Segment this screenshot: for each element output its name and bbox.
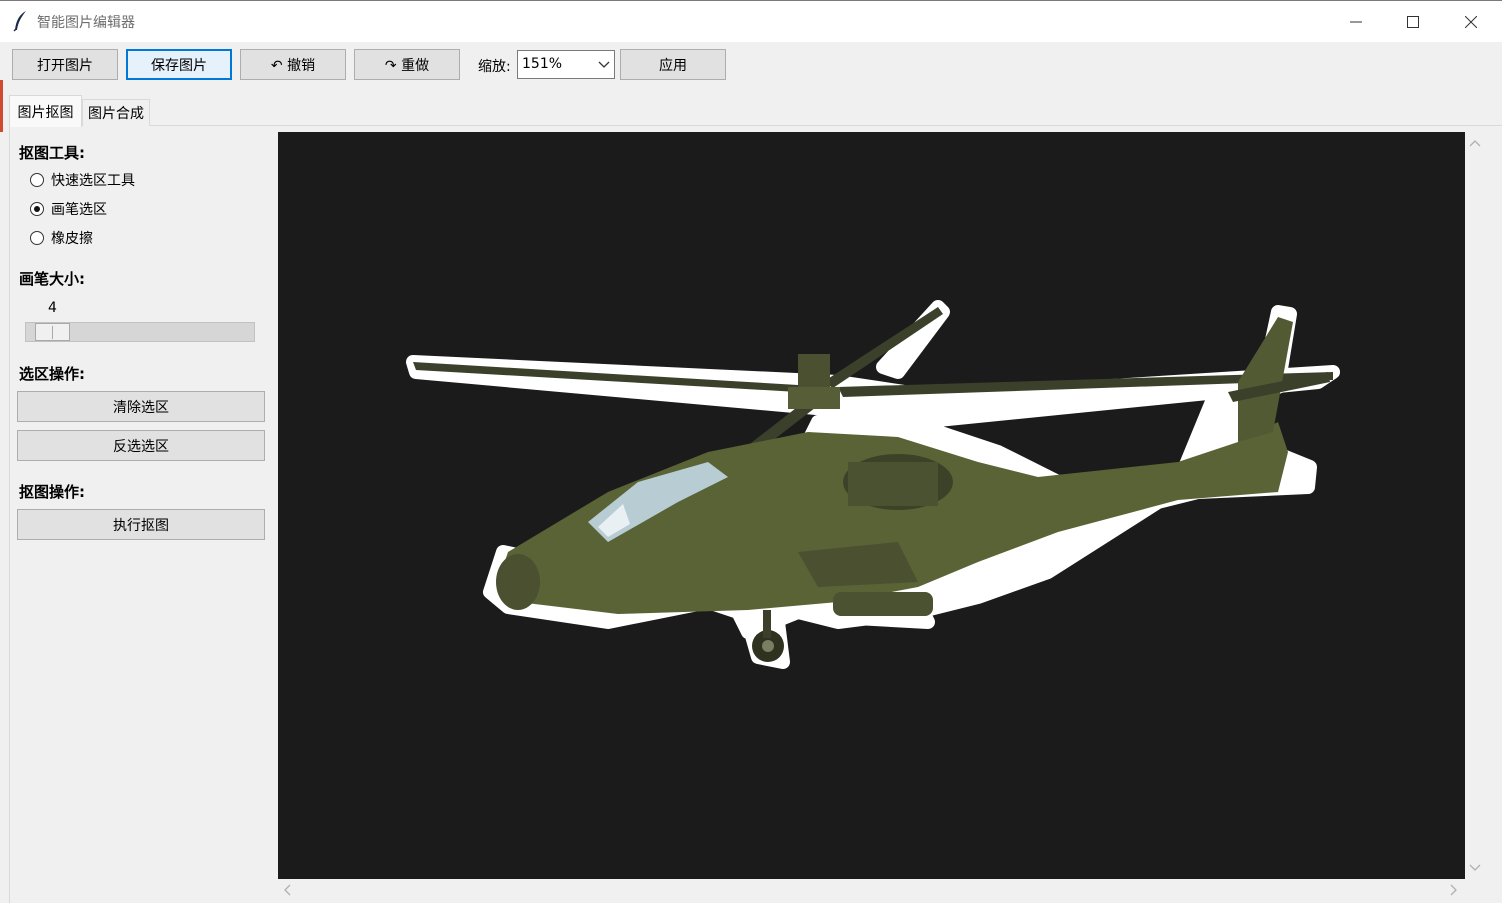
radio-quick-select[interactable]: 快速选区工具	[30, 170, 135, 190]
zoom-select[interactable]: 151%	[517, 50, 615, 79]
maximize-button[interactable]	[1384, 1, 1442, 43]
close-button[interactable]	[1442, 1, 1500, 43]
minimize-button[interactable]	[1327, 1, 1385, 43]
edge-accent	[0, 80, 3, 132]
feather-icon	[13, 11, 26, 32]
title-bar: 智能图片编辑器	[0, 0, 1502, 42]
scroll-left-icon[interactable]	[282, 884, 292, 896]
scroll-down-icon[interactable]	[1469, 863, 1481, 873]
window-title: 智能图片编辑器	[37, 15, 135, 31]
tab-cutout[interactable]: 图片抠图	[9, 95, 82, 127]
invert-selection-button[interactable]: 反选选区	[17, 430, 265, 461]
minimize-icon	[1350, 21, 1362, 23]
execute-cutout-button[interactable]: 执行抠图	[17, 509, 265, 540]
maximize-icon	[1407, 16, 1419, 28]
brush-size-title: 画笔大小:	[19, 270, 85, 288]
apply-button[interactable]: 应用	[620, 49, 726, 80]
chevron-down-icon	[598, 61, 610, 68]
radio-button[interactable]	[30, 202, 44, 216]
radio-button[interactable]	[30, 173, 44, 187]
radio-label: 画笔选区	[51, 202, 107, 218]
scroll-right-icon[interactable]	[1449, 884, 1459, 896]
zoom-value: 151%	[522, 56, 563, 72]
open-image-button[interactable]: 打开图片	[12, 49, 118, 80]
radio-button[interactable]	[30, 231, 44, 245]
radio-label: 快速选区工具	[51, 173, 135, 189]
scroll-up-icon[interactable]	[1469, 138, 1481, 148]
horizontal-scrollbar[interactable]	[278, 879, 1465, 899]
save-image-button[interactable]: 保存图片	[126, 49, 232, 80]
cutout-ops-title: 抠图操作:	[19, 483, 85, 501]
undo-button[interactable]: ↶ 撤销	[240, 49, 346, 80]
selection-ops-title: 选区操作:	[19, 365, 85, 383]
radio-brush-select[interactable]: 画笔选区	[30, 199, 107, 219]
slider-handle[interactable]	[35, 323, 70, 341]
tab-divider	[82, 125, 1502, 126]
close-icon	[1465, 16, 1477, 28]
helicopter-image	[406, 300, 1340, 669]
radio-eraser[interactable]: 橡皮擦	[30, 228, 93, 248]
redo-button[interactable]: ↷ 重做	[354, 49, 460, 80]
vertical-scrollbar[interactable]	[1465, 132, 1485, 879]
clear-selection-button[interactable]: 清除选区	[17, 391, 265, 422]
tab-composite[interactable]: 图片合成	[82, 99, 150, 126]
brush-size-value: 4	[48, 300, 57, 316]
tools-title: 抠图工具:	[19, 144, 85, 162]
panel-border	[9, 126, 10, 903]
image-canvas[interactable]	[278, 132, 1465, 879]
zoom-label: 缩放:	[478, 59, 511, 75]
radio-label: 橡皮擦	[51, 231, 93, 247]
